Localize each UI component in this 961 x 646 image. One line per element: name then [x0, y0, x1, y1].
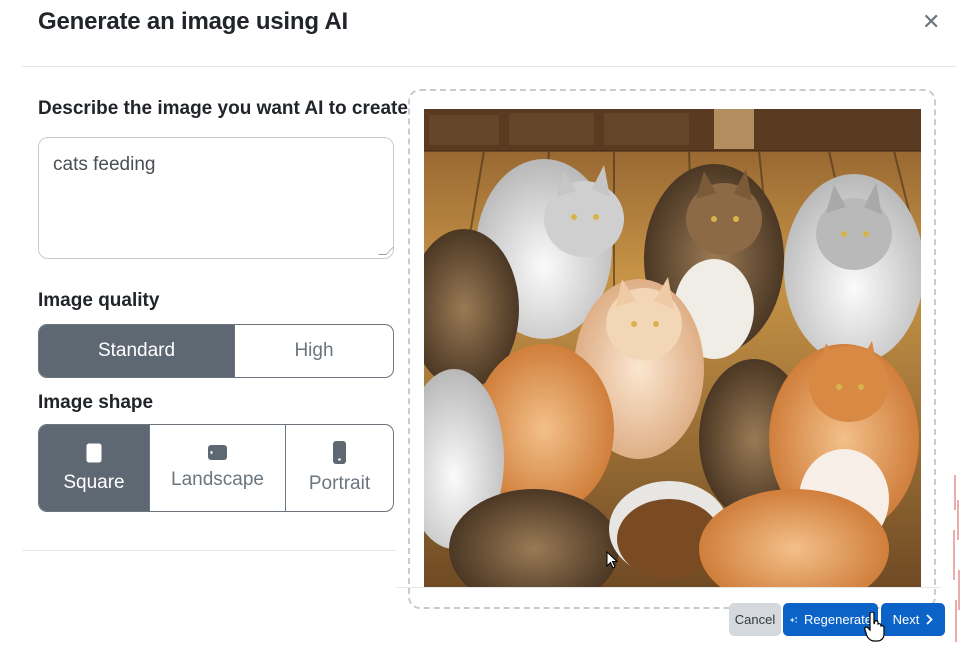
edge-artifact: [953, 475, 960, 642]
square-shape-icon: [86, 443, 102, 462]
next-button-label: Next: [892, 612, 920, 627]
mouse-pointer-icon: [606, 551, 618, 569]
header-divider: [22, 66, 956, 67]
quality-label: Image quality: [38, 290, 160, 311]
left-panel-divider: [22, 550, 396, 551]
close-icon[interactable]: ✕: [922, 11, 940, 33]
shape-option-square[interactable]: Square: [39, 425, 149, 511]
shape-option-label: Portrait: [308, 473, 371, 494]
shape-option-landscape[interactable]: Landscape: [149, 425, 285, 511]
quality-option-standard[interactable]: Standard: [39, 325, 234, 377]
quality-option-label: Standard: [97, 340, 176, 361]
generated-image: [424, 109, 921, 587]
hand-cursor-icon: [864, 612, 885, 642]
portrait-shape-icon: [333, 441, 346, 464]
dialog-title: Generate an image using AI: [38, 8, 348, 35]
quality-segmented-control: Standard High: [38, 324, 394, 378]
resize-handle-icon[interactable]: [378, 247, 394, 255]
quality-option-high[interactable]: High: [234, 325, 393, 377]
cancel-button-label: Cancel: [734, 612, 776, 627]
quality-option-label: High: [294, 340, 334, 361]
shape-segmented-control: Square Landscape Portrait: [38, 424, 394, 512]
footer-divider: [396, 587, 941, 588]
generated-cats-image: [424, 109, 921, 587]
shape-label: Image shape: [38, 392, 154, 413]
prompt-textarea[interactable]: cats feeding: [38, 137, 394, 259]
next-button[interactable]: Next: [881, 603, 945, 636]
landscape-shape-icon: [208, 445, 227, 460]
chevron-right-icon: [926, 614, 934, 625]
sparkle-icon: [789, 616, 798, 623]
shape-option-label: Square: [63, 471, 125, 493]
shape-option-label: Landscape: [171, 469, 264, 490]
regenerate-button-label: Regenerate: [804, 612, 872, 627]
prompt-value: cats feeding: [53, 154, 156, 175]
cancel-button[interactable]: Cancel: [729, 603, 781, 636]
shape-option-portrait[interactable]: Portrait: [285, 425, 393, 511]
prompt-label: Describe the image you want AI to create: [38, 98, 408, 119]
